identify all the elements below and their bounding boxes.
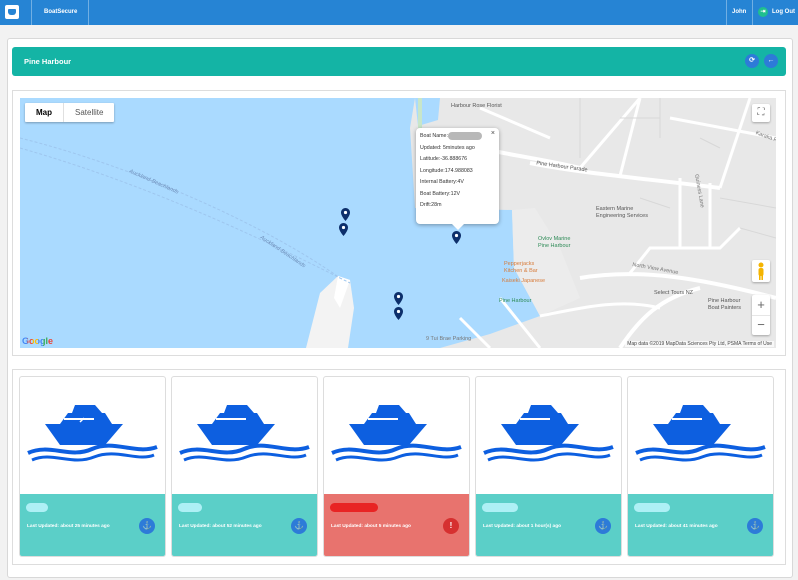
map-type-map-button[interactable]: Map [25, 103, 64, 122]
zoom-out-button[interactable]: − [752, 315, 770, 335]
alert-icon[interactable]: ! [443, 518, 459, 534]
boat-marker-pin[interactable] [339, 223, 348, 236]
boat-info-window: × Boat Name: Updated: 5minutes ago Latit… [416, 128, 499, 230]
nav-divider [31, 0, 32, 25]
redacted-boat-name [634, 503, 670, 512]
info-drift: Drift:28m [420, 202, 442, 208]
map-poi-label: Ovlov Marine [538, 236, 571, 242]
redacted-name [447, 131, 482, 140]
zoom-in-button[interactable]: + [752, 295, 770, 315]
zoom-controls: + − [752, 295, 770, 335]
page-title: Pine Harbour [24, 57, 72, 66]
map-attribution[interactable]: Map data ©2019 MapData Sciences Pty Ltd,… [625, 341, 774, 347]
map-poi-label: 9 Tui Brae Parking [426, 336, 472, 342]
map-poi-label: Kaiseki Japanese [502, 278, 546, 284]
last-updated-text: Last Updated: about 52 minutes ago [179, 524, 262, 529]
info-latitude: Latitude:-36.888676 [420, 156, 468, 162]
map-poi-label: Boat Painters [708, 305, 742, 311]
boat-marker-pin[interactable] [341, 208, 350, 221]
map-poi-label: Kitchen & Bar [504, 268, 538, 274]
last-updated-text: Last Updated: about 5 minutes ago [331, 524, 411, 529]
boat-card-footer: Last Updated: about 5 minutes ago ! [324, 494, 469, 556]
boat-card-footer: Last Updated: about 41 minutes ago ⚓ [628, 494, 773, 556]
user-name[interactable]: John [732, 9, 746, 15]
boat-card-footer: Last Updated: about 25 minutes ago ⚓ [20, 494, 165, 556]
boat-icon [483, 405, 614, 462]
top-nav-bar: BoatSecure John ⇥ Log Out [0, 0, 798, 25]
last-updated-text: Last Updated: about 1 hour(s) ago [483, 524, 562, 529]
map-poi-label: Pepperjacks [504, 261, 535, 267]
map-poi-label: Pine Harbour [538, 243, 571, 249]
boat-marker-pin[interactable] [452, 231, 461, 244]
brand-link[interactable]: BoatSecure [44, 9, 77, 15]
map-poi-label: Eastern Marine [596, 206, 634, 212]
map-poi-label: Engineering Services [596, 213, 648, 219]
google-map[interactable]: Auckland-Beachlands Auckland-Beachlands … [20, 98, 776, 348]
map-type-satellite-button[interactable]: Satellite [64, 103, 114, 122]
redacted-boat-name [178, 503, 202, 512]
map-poi-label: Harbour Rose Florist [451, 103, 502, 109]
info-boat-battery: Boat Battery:12V [420, 190, 461, 197]
redacted-boat-name [330, 503, 378, 512]
last-updated-text: Last Updated: about 25 minutes ago [27, 524, 110, 529]
anchor-icon[interactable]: ⚓ [291, 518, 307, 534]
boat-marker-pin[interactable] [394, 307, 403, 320]
street-view-pegman-icon[interactable] [752, 260, 770, 282]
boat-card-footer: Last Updated: about 52 minutes ago ⚓ [172, 494, 317, 556]
boat-card[interactable]: Last Updated: about 1 hour(s) ago ⚓ [475, 376, 622, 557]
last-updated-text: Last Updated: about 41 minutes ago [635, 524, 718, 529]
boat-icon [27, 405, 158, 462]
nav-divider [726, 0, 727, 25]
boat-card-footer: Last Updated: about 1 hour(s) ago ⚓ [476, 494, 621, 556]
anchor-icon[interactable]: ⚓ [747, 518, 763, 534]
close-icon[interactable]: × [491, 130, 495, 137]
info-internal-battery: Internal Battery:4V [420, 179, 464, 185]
boat-card[interactable]: Last Updated: about 41 minutes ago ⚓ [627, 376, 774, 557]
info-boat-name: Boat Name: [420, 131, 495, 143]
map-poi-label: Select Tours NZ [654, 290, 694, 296]
redacted-boat-name [26, 503, 48, 512]
google-logo[interactable]: Google [22, 336, 53, 346]
info-updated: Updated: 5minutes ago [420, 144, 475, 151]
boatsecure-logo-icon[interactable] [5, 5, 19, 19]
harbour-header: Pine Harbour ⟳ ← [12, 47, 786, 76]
boat-card[interactable]: Last Updated: about 52 minutes ago ⚓ [171, 376, 318, 557]
nav-divider [88, 0, 89, 25]
boat-card[interactable]: Last Updated: about 5 minutes ago ! [323, 376, 470, 557]
anchor-icon[interactable]: ⚓ [595, 518, 611, 534]
info-longitude: Longitude:174.988083 [420, 167, 473, 174]
logout-button[interactable]: ⇥ Log Out [758, 7, 795, 17]
redacted-boat-name [482, 503, 518, 512]
boat-marker-pin[interactable] [394, 292, 403, 305]
map-type-toggle: Map Satellite [25, 103, 115, 122]
boat-card[interactable]: Last Updated: about 25 minutes ago ⚓ [19, 376, 166, 557]
boat-icon [635, 405, 766, 462]
back-button[interactable]: ← [764, 54, 778, 68]
boat-icon [179, 405, 310, 462]
nav-divider [752, 0, 753, 25]
refresh-button[interactable]: ⟳ [745, 54, 759, 68]
logout-label: Log Out [772, 9, 795, 15]
map-poi-label: Pine Harbour [499, 298, 532, 304]
map-poi-label: Pine Harbour [708, 298, 741, 304]
fullscreen-icon[interactable]: ⛶ [752, 104, 770, 122]
logout-icon: ⇥ [758, 7, 768, 17]
boat-icon [331, 405, 462, 462]
anchor-icon[interactable]: ⚓ [139, 518, 155, 534]
